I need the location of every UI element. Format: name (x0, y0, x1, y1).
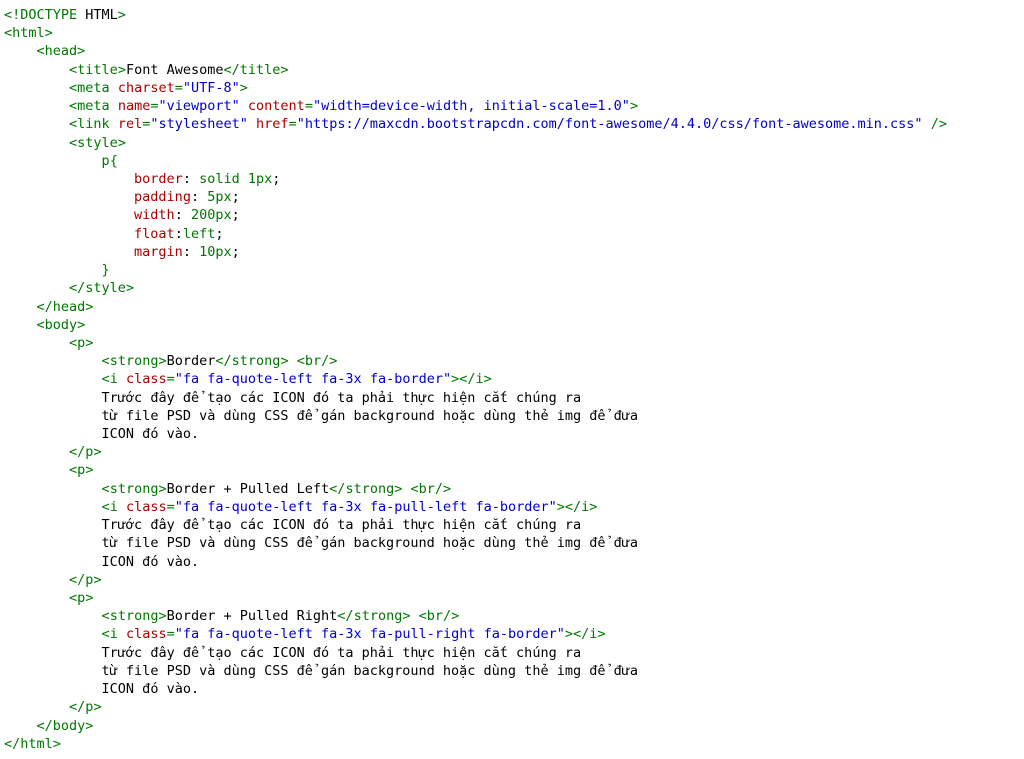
section-3-title: Border + Pulled Right (167, 608, 338, 624)
source-code-block: <!DOCTYPE HTML> <html> <head> <title>Fon… (0, 0, 1024, 759)
title-text: Font Awesome (126, 62, 224, 78)
paragraph-line-2: từ file PSD và dùng CSS để gán backgroun… (102, 408, 638, 424)
doctype-value: HTML (85, 7, 118, 23)
paragraph-line-1: Trước đây để tạo các ICON đó ta phải thự… (102, 390, 582, 406)
section-2-title: Border + Pulled Left (167, 481, 330, 497)
paragraph-line-3: ICON đó vào. (102, 426, 200, 442)
section-1-title: Border (167, 353, 216, 369)
